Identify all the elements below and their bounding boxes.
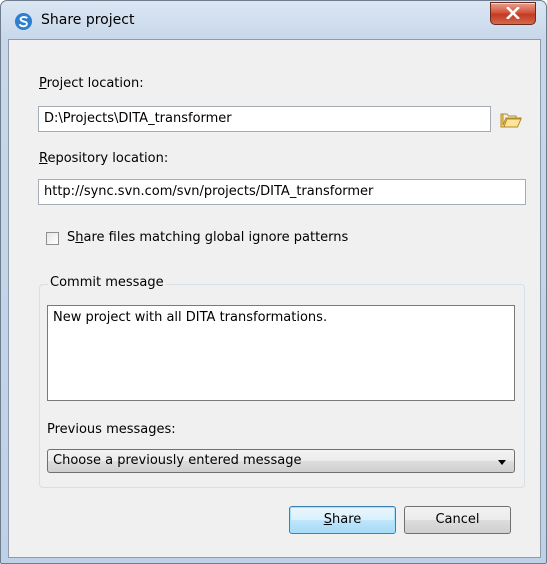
commit-message-title: Commit message <box>48 275 166 290</box>
share-ignore-label[interactable]: Share files matching global ignore patte… <box>67 230 348 245</box>
title-bar[interactable]: Share project <box>1 1 546 39</box>
window-title: Share project <box>41 12 135 28</box>
sync-app-icon <box>14 12 33 31</box>
cancel-button[interactable]: Cancel <box>404 506 511 534</box>
previous-messages-dropdown[interactable]: Choose a previously entered message <box>47 449 515 473</box>
commit-message-textarea[interactable]: New project with all DITA transformation… <box>47 305 515 401</box>
project-location-field[interactable]: D:\Projects\DITA_transformer <box>38 106 491 132</box>
project-location-label: Project location: <box>39 76 144 91</box>
dialog-content: Project location: D:\Projects\DITA_trans… <box>8 39 541 558</box>
previous-messages-label: Previous messages: <box>47 422 176 437</box>
share-button[interactable]: Share <box>289 506 396 534</box>
share-project-dialog: Share project Project location: D:\Proje… <box>0 0 547 564</box>
share-ignore-checkbox[interactable] <box>46 232 59 245</box>
chevron-down-icon <box>498 460 506 465</box>
previous-messages-selected: Choose a previously entered message <box>53 453 302 468</box>
repository-location-field[interactable]: http://sync.svn.com/svn/projects/DITA_tr… <box>38 179 526 205</box>
close-button[interactable] <box>490 2 536 25</box>
repository-location-label: Repository location: <box>39 151 169 166</box>
folder-open-icon[interactable] <box>500 111 522 129</box>
close-icon <box>506 7 520 19</box>
